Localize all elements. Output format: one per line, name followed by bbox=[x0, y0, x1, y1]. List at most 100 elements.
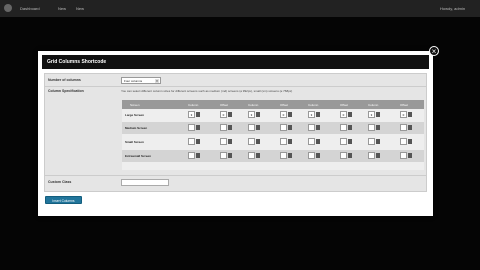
stepper-arrows-icon[interactable] bbox=[316, 112, 320, 117]
small-off4-stepper[interactable] bbox=[400, 138, 412, 145]
stepper-arrows-icon[interactable] bbox=[228, 153, 232, 158]
stepper-input[interactable] bbox=[280, 111, 287, 118]
stepper-arrows-icon[interactable] bbox=[288, 125, 292, 130]
stepper-arrows-icon[interactable] bbox=[256, 153, 260, 158]
medium-col2-stepper[interactable] bbox=[248, 124, 260, 131]
stepper-input[interactable] bbox=[368, 152, 375, 159]
large-col2-stepper[interactable] bbox=[248, 111, 260, 118]
medium-col3-stepper[interactable] bbox=[308, 124, 320, 131]
stepper-input[interactable] bbox=[248, 138, 255, 145]
xs-col3-stepper[interactable] bbox=[308, 152, 320, 159]
small-off2-stepper[interactable] bbox=[280, 138, 292, 145]
stepper-arrows-icon[interactable] bbox=[256, 112, 260, 117]
stepper-arrows-icon[interactable] bbox=[408, 112, 412, 117]
stepper-arrows-icon[interactable] bbox=[348, 112, 352, 117]
stepper-arrows-icon[interactable] bbox=[228, 112, 232, 117]
medium-off4-stepper[interactable] bbox=[400, 124, 412, 131]
medium-off2-stepper[interactable] bbox=[280, 124, 292, 131]
stepper-arrows-icon[interactable] bbox=[408, 125, 412, 130]
large-col1-stepper[interactable] bbox=[188, 111, 200, 118]
stepper-input[interactable] bbox=[220, 152, 227, 159]
stepper-input[interactable] bbox=[308, 111, 315, 118]
stepper-input[interactable] bbox=[368, 124, 375, 131]
stepper-arrows-icon[interactable] bbox=[288, 153, 292, 158]
stepper-input[interactable] bbox=[400, 152, 407, 159]
stepper-input[interactable] bbox=[340, 152, 347, 159]
stepper-arrows-icon[interactable] bbox=[408, 153, 412, 158]
stepper-input[interactable] bbox=[280, 138, 287, 145]
small-col2-stepper[interactable] bbox=[248, 138, 260, 145]
stepper-arrows-icon[interactable] bbox=[348, 153, 352, 158]
stepper-arrows-icon[interactable] bbox=[256, 139, 260, 144]
stepper-arrows-icon[interactable] bbox=[408, 139, 412, 144]
adminbar-item-comments[interactable]: New bbox=[58, 6, 66, 11]
large-off1-stepper[interactable] bbox=[220, 111, 232, 118]
stepper-input[interactable] bbox=[400, 138, 407, 145]
stepper-input[interactable] bbox=[308, 152, 315, 159]
stepper-arrows-icon[interactable] bbox=[376, 139, 380, 144]
stepper-input[interactable] bbox=[340, 124, 347, 131]
stepper-input[interactable] bbox=[248, 152, 255, 159]
stepper-input[interactable] bbox=[368, 138, 375, 145]
large-off3-stepper[interactable] bbox=[340, 111, 352, 118]
stepper-input[interactable] bbox=[308, 124, 315, 131]
stepper-arrows-icon[interactable] bbox=[348, 139, 352, 144]
stepper-arrows-icon[interactable] bbox=[196, 112, 200, 117]
stepper-arrows-icon[interactable] bbox=[288, 139, 292, 144]
xs-off4-stepper[interactable] bbox=[400, 152, 412, 159]
stepper-arrows-icon[interactable] bbox=[196, 153, 200, 158]
stepper-arrows-icon[interactable] bbox=[316, 153, 320, 158]
small-col3-stepper[interactable] bbox=[308, 138, 320, 145]
medium-off1-stepper[interactable] bbox=[220, 124, 232, 131]
xs-off3-stepper[interactable] bbox=[340, 152, 352, 159]
medium-col1-stepper[interactable] bbox=[188, 124, 200, 131]
adminbar-item-dashboard[interactable]: Dashboard bbox=[20, 6, 40, 11]
stepper-arrows-icon[interactable] bbox=[288, 112, 292, 117]
large-off4-stepper[interactable] bbox=[400, 111, 412, 118]
stepper-input[interactable] bbox=[248, 124, 255, 131]
stepper-arrows-icon[interactable] bbox=[376, 125, 380, 130]
stepper-input[interactable] bbox=[400, 124, 407, 131]
stepper-arrows-icon[interactable] bbox=[256, 125, 260, 130]
stepper-input[interactable] bbox=[188, 111, 195, 118]
stepper-arrows-icon[interactable] bbox=[376, 112, 380, 117]
stepper-input[interactable] bbox=[308, 138, 315, 145]
large-col4-stepper[interactable] bbox=[368, 111, 380, 118]
medium-col4-stepper[interactable] bbox=[368, 124, 380, 131]
small-off3-stepper[interactable] bbox=[340, 138, 352, 145]
stepper-input[interactable] bbox=[220, 111, 227, 118]
stepper-input[interactable] bbox=[248, 111, 255, 118]
stepper-arrows-icon[interactable] bbox=[348, 125, 352, 130]
adminbar-item-new[interactable]: New bbox=[76, 6, 84, 11]
small-col4-stepper[interactable] bbox=[368, 138, 380, 145]
xs-col1-stepper[interactable] bbox=[188, 152, 200, 159]
stepper-arrows-icon[interactable] bbox=[228, 125, 232, 130]
stepper-arrows-icon[interactable] bbox=[196, 139, 200, 144]
xs-off1-stepper[interactable] bbox=[220, 152, 232, 159]
stepper-input[interactable] bbox=[280, 124, 287, 131]
stepper-arrows-icon[interactable] bbox=[316, 125, 320, 130]
small-col1-stepper[interactable] bbox=[188, 138, 200, 145]
stepper-input[interactable] bbox=[368, 111, 375, 118]
stepper-arrows-icon[interactable] bbox=[228, 139, 232, 144]
stepper-arrows-icon[interactable] bbox=[316, 139, 320, 144]
stepper-input[interactable] bbox=[400, 111, 407, 118]
large-col3-stepper[interactable] bbox=[308, 111, 320, 118]
stepper-input[interactable] bbox=[220, 138, 227, 145]
stepper-input[interactable] bbox=[340, 111, 347, 118]
number-of-columns-select[interactable]: Four columns ▾ bbox=[121, 77, 161, 84]
stepper-input[interactable] bbox=[220, 124, 227, 131]
xs-off2-stepper[interactable] bbox=[280, 152, 292, 159]
stepper-input[interactable] bbox=[280, 152, 287, 159]
small-off1-stepper[interactable] bbox=[220, 138, 232, 145]
stepper-input[interactable] bbox=[188, 124, 195, 131]
custom-class-input[interactable] bbox=[121, 179, 169, 186]
xs-col4-stepper[interactable] bbox=[368, 152, 380, 159]
adminbar-howdy[interactable]: Howdy, admin bbox=[440, 6, 465, 11]
close-icon[interactable]: × bbox=[429, 46, 439, 56]
insert-columns-button[interactable]: Insert Columns bbox=[45, 196, 82, 204]
stepper-input[interactable] bbox=[340, 138, 347, 145]
stepper-arrows-icon[interactable] bbox=[376, 153, 380, 158]
stepper-arrows-icon[interactable] bbox=[196, 125, 200, 130]
stepper-input[interactable] bbox=[188, 138, 195, 145]
